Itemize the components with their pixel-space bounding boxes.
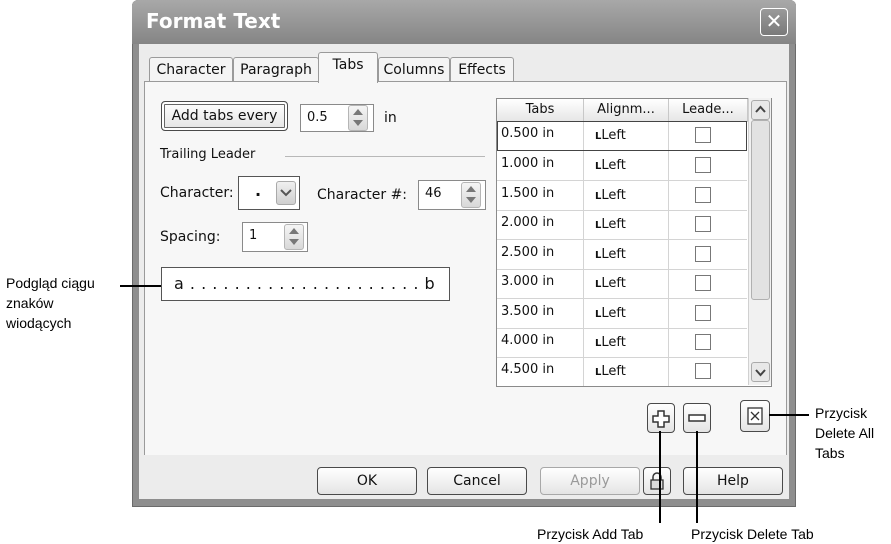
table-row[interactable]: 1.000 in LLeft (497, 151, 747, 181)
cancel-button[interactable]: Cancel (427, 467, 527, 495)
tab-position: 4.500 in (501, 362, 555, 377)
callout-preview-line1: Podgląd ciągu (6, 275, 95, 291)
minus-icon (688, 414, 706, 422)
delete-tab-button[interactable] (683, 403, 711, 433)
character-dropdown[interactable]: . (238, 176, 300, 210)
tab-alignment: LLeft (595, 217, 626, 232)
trailing-leader-heading: Trailing Leader (160, 147, 256, 162)
scroll-down-icon[interactable] (751, 362, 770, 382)
tab-alignment: LLeft (595, 158, 626, 173)
dialog-title: Format Text (146, 9, 281, 33)
column-header-tabs[interactable]: Tabs (497, 99, 584, 122)
spacing-spinner[interactable] (284, 224, 304, 250)
callout-delete-tab: Przycisk Delete Tab (691, 526, 814, 542)
callout-preview-line2: znaków (6, 295, 54, 311)
plus-icon (652, 410, 670, 428)
callout-line-add-tab (659, 431, 661, 523)
leader-preview: a . . . . . . . . . . . . . . . . . . . … (161, 267, 450, 301)
tab-paragraph[interactable]: Paragraph (233, 57, 319, 82)
lock-icon (650, 472, 664, 490)
callout-delete-all-line2: Delete All (815, 425, 875, 441)
leader-preview-text: a . . . . . . . . . . . . . . . . . . . … (174, 274, 436, 293)
column-header-alignment[interactable]: Alignm... (584, 99, 669, 122)
leader-checkbox[interactable] (695, 216, 711, 232)
tab-position: 2.000 in (501, 215, 555, 230)
tab-position: 1.000 in (501, 156, 555, 171)
callout-preview-line3: wiodących (6, 315, 72, 331)
callout-line-preview (120, 285, 161, 287)
tab-alignment: LLeft (595, 276, 626, 291)
callout-add-tab: Przycisk Add Tab (537, 526, 644, 542)
tab-position: 3.500 in (501, 304, 555, 319)
spacing-value: 1 (249, 228, 258, 243)
tab-alignment: LLeft (595, 335, 626, 350)
table-row[interactable]: 3.500 in LLeft (497, 299, 747, 329)
leader-checkbox[interactable] (695, 246, 711, 262)
callout-line-delete-tab (696, 431, 698, 523)
tab-stops-table[interactable]: Tabs Alignm... Leade... 0.500 in LLeft 1… (496, 98, 772, 387)
tab-alignment: LLeft (595, 364, 626, 379)
callout-delete-all-line1: Przycisk (815, 405, 868, 421)
character-value: . (255, 181, 262, 200)
character-number-spinner[interactable] (461, 182, 481, 208)
tab-columns[interactable]: Columns (378, 57, 450, 82)
delete-all-icon (747, 407, 763, 425)
tab-alignment: LLeft (595, 247, 626, 262)
chevron-down-icon[interactable] (276, 181, 296, 205)
character-number-label: Character #: (317, 187, 408, 203)
tab-position: 0.500 in (501, 126, 555, 141)
close-button[interactable]: ✕ (760, 8, 788, 36)
leader-checkbox[interactable] (695, 334, 711, 350)
delete-all-tabs-button[interactable] (740, 400, 770, 432)
tab-effects[interactable]: Effects (450, 57, 514, 82)
tab-position: 4.000 in (501, 333, 555, 348)
leader-checkbox[interactable] (695, 157, 711, 173)
tab-alignment: LLeft (595, 128, 626, 143)
tab-tabs[interactable]: Tabs (318, 52, 378, 83)
tab-position: 3.000 in (501, 274, 555, 289)
leader-checkbox[interactable] (695, 305, 711, 321)
character-number-value: 46 (425, 186, 442, 201)
add-tabs-every-value: 0.5 (307, 110, 328, 125)
callout-delete-all-line3: Tabs (815, 445, 845, 461)
scroll-up-icon[interactable] (751, 100, 770, 120)
table-row[interactable]: 4.000 in LLeft (497, 328, 747, 358)
tab-position: 2.500 in (501, 245, 555, 260)
table-row[interactable]: 0.500 in LLeft (497, 121, 747, 151)
leader-checkbox[interactable] (695, 127, 711, 143)
help-button[interactable]: Help (683, 467, 783, 495)
apply-button[interactable]: Apply (540, 467, 640, 495)
add-tab-button[interactable] (647, 403, 675, 433)
tab-alignment: LLeft (595, 188, 626, 203)
table-row[interactable]: 2.500 in LLeft (497, 240, 747, 270)
leader-checkbox[interactable] (695, 275, 711, 291)
tab-position: 1.500 in (501, 186, 555, 201)
column-header-leader[interactable]: Leade... (669, 99, 748, 122)
group-divider (285, 156, 485, 157)
add-tabs-unit: in (384, 110, 397, 126)
scroll-thumb[interactable] (751, 120, 770, 300)
table-row[interactable]: 1.500 in LLeft (497, 181, 747, 211)
add-tabs-every-button[interactable]: Add tabs every (161, 101, 288, 131)
table-row[interactable]: 2.000 in LLeft (497, 210, 747, 240)
character-label: Character: (160, 185, 234, 201)
table-row[interactable]: 3.000 in LLeft (497, 269, 747, 299)
add-tabs-spinner[interactable] (348, 105, 368, 131)
table-row[interactable]: 4.500 in LLeft (497, 357, 747, 386)
spacing-label: Spacing: (160, 229, 221, 245)
callout-line-delete-all (769, 414, 809, 416)
tab-alignment: LLeft (595, 306, 626, 321)
tab-character[interactable]: Character (149, 57, 233, 82)
ok-button[interactable]: OK (317, 467, 417, 495)
lock-button[interactable] (643, 467, 671, 495)
leader-checkbox[interactable] (695, 187, 711, 203)
leader-checkbox[interactable] (695, 363, 711, 379)
table-scrollbar[interactable] (748, 98, 771, 385)
